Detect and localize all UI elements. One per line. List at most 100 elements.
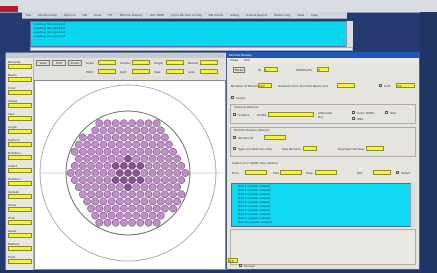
fuel-rod[interactable] [79, 147, 87, 156]
fuel-rod[interactable] [115, 183, 124, 192]
fuel-rod[interactable] [165, 140, 173, 149]
left-panel-field[interactable] [8, 77, 32, 82]
fuel-rod[interactable] [103, 204, 112, 213]
fuel-rod[interactable] [111, 147, 120, 156]
menu-tab[interactable]: DB [81, 12, 89, 19]
size-number-field[interactable] [303, 146, 317, 151]
plot-run-field[interactable] [373, 170, 391, 175]
fuel-rod[interactable] [128, 190, 136, 199]
menu-close[interactable]: Close [230, 58, 238, 62]
fuel-rod[interactable] [79, 176, 87, 184]
fuel-rod[interactable] [148, 197, 157, 206]
fuel-rod[interactable] [148, 183, 157, 192]
fuel-rod[interactable] [132, 154, 141, 163]
left-panel-field[interactable] [8, 142, 32, 147]
fuel-rod[interactable] [95, 204, 104, 213]
left-panel-field[interactable] [8, 233, 32, 238]
fuel-rod[interactable] [107, 197, 116, 206]
fuel-rod[interactable] [91, 154, 100, 163]
fuel-rod[interactable] [152, 119, 161, 128]
fuel-rod[interactable] [161, 190, 169, 199]
fuel-rod[interactable] [111, 176, 120, 184]
fuel-rod[interactable] [95, 218, 104, 227]
menu-tab[interactable]: FIT [106, 12, 114, 19]
fuel-rod[interactable] [128, 147, 136, 156]
fuel-rod[interactable] [140, 140, 149, 149]
toolbar-field[interactable] [132, 69, 150, 74]
left-panel-field[interactable] [8, 220, 32, 225]
fuel-rod[interactable] [144, 190, 153, 199]
toolbar-field[interactable] [200, 60, 218, 65]
fuel-rod[interactable] [103, 190, 112, 199]
fuel-rod[interactable] [169, 204, 177, 213]
menu-tab[interactable]: Help [309, 12, 320, 19]
from-field[interactable] [245, 170, 267, 175]
fuel-rod[interactable] [161, 133, 169, 142]
left-panel-field[interactable] [8, 246, 32, 251]
fuel-rod[interactable] [136, 119, 145, 128]
fuel-rod[interactable] [124, 211, 132, 220]
left-panel-field[interactable] [8, 129, 32, 134]
fuel-rod[interactable] [152, 176, 161, 184]
fuel-rod[interactable] [91, 140, 100, 149]
rod-list[interactable]: Rod 1 (center subset) Rod 2 (center subse… [231, 183, 415, 227]
fuel-rod[interactable] [161, 162, 169, 170]
fuel-rod[interactable] [173, 183, 182, 192]
fuel-rod[interactable] [70, 147, 79, 156]
fuel-rod[interactable] [87, 162, 95, 170]
fuel-rod[interactable] [156, 126, 165, 135]
menu-tab[interactable]: View [295, 12, 306, 19]
toolbar-field[interactable] [166, 60, 184, 65]
fuel-rod[interactable] [115, 154, 124, 163]
fuel-rod[interactable] [165, 197, 173, 206]
select-checkbox[interactable] [396, 171, 399, 174]
fuel-rod[interactable] [136, 147, 145, 156]
left-panel-field[interactable] [8, 259, 32, 264]
fuel-rod[interactable] [120, 204, 128, 213]
fuel-rod[interactable] [79, 133, 87, 142]
fuel-rod[interactable] [83, 197, 91, 206]
fuel-rod[interactable] [70, 176, 79, 184]
fuel-rod[interactable] [91, 197, 100, 206]
fuel-rod[interactable] [152, 204, 161, 213]
fuel-rod[interactable] [107, 140, 116, 149]
fuel-rod[interactable] [128, 176, 136, 184]
fuel-rod[interactable] [115, 211, 124, 220]
fuel-rod[interactable] [107, 169, 116, 177]
fuel-rod[interactable] [95, 147, 104, 156]
left-panel-field[interactable] [8, 103, 32, 108]
step-field[interactable] [315, 170, 337, 175]
fuel-rod[interactable] [136, 176, 145, 184]
fuel-rod[interactable] [70, 162, 79, 170]
menu-tab[interactable]: DB Cache [207, 12, 226, 19]
fuel-rod[interactable] [132, 126, 141, 135]
fuel-rod[interactable] [83, 183, 91, 192]
fuel-rod[interactable] [165, 154, 173, 163]
fuel-rod[interactable] [120, 119, 128, 128]
menu-tab[interactable]: Status Log [272, 12, 292, 19]
fuel-rod[interactable] [103, 162, 112, 170]
menu-tab[interactable]: Events Report [244, 12, 269, 19]
fuel-rod[interactable] [74, 140, 83, 149]
fuel-rod[interactable] [111, 133, 120, 142]
fuel-rod[interactable] [148, 126, 157, 135]
fuel-rod[interactable] [132, 197, 141, 206]
color-width-checkbox[interactable] [352, 111, 355, 114]
wet-checkbox[interactable] [352, 117, 355, 120]
fuel-rod[interactable] [115, 169, 124, 177]
fuel-rod[interactable] [120, 176, 128, 184]
menu-plot[interactable]: Plot [244, 58, 250, 62]
left-panel-field[interactable] [8, 207, 32, 212]
fuel-rod[interactable] [169, 147, 177, 156]
wet2-checkbox[interactable] [385, 111, 388, 114]
plot-canvas[interactable] [34, 80, 226, 270]
left-panel-field[interactable] [8, 155, 32, 160]
unit-checkbox[interactable] [379, 84, 382, 87]
fuel-rod[interactable] [124, 169, 132, 177]
toolbar-field[interactable] [98, 69, 116, 74]
toolbar-field[interactable] [132, 60, 150, 65]
particle-id-field[interactable] [264, 135, 286, 140]
fuel-rod[interactable] [107, 126, 116, 135]
fuel-rod[interactable] [169, 162, 177, 170]
fuel-rod[interactable] [99, 197, 108, 206]
